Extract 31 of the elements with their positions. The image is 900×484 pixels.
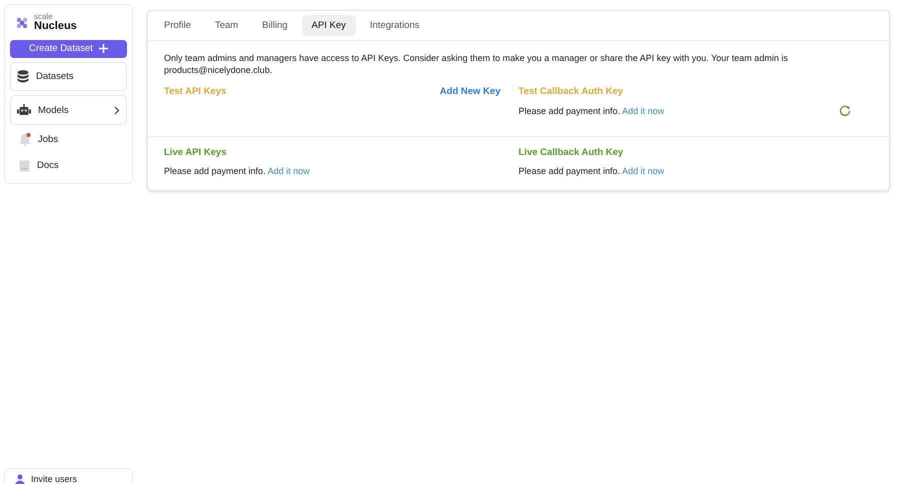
create-dataset-button[interactable]: Create Dataset — [10, 40, 127, 58]
invite-users-item[interactable]: Invite users — [4, 468, 133, 484]
tab[interactable]: Integrations — [360, 15, 430, 36]
add-new-key-link[interactable]: Add New Key — [440, 86, 500, 98]
section-title: Live Callback Auth Key — [518, 147, 624, 158]
tab[interactable]: Profile — [154, 15, 201, 36]
bell-icon — [19, 133, 31, 146]
tab[interactable]: Billing — [252, 15, 298, 36]
brand-subtitle: scale — [34, 13, 54, 21]
chevron-icon — [114, 106, 120, 115]
section-title: Test Callback Auth Key — [518, 86, 624, 98]
payment-message: Please add payment info. Add it now — [518, 166, 664, 176]
tab[interactable]: Team — [204, 15, 248, 36]
brand-name: Nucleus — [34, 21, 77, 32]
refresh-icon[interactable] — [839, 105, 851, 118]
section-title: Test API Keys — [164, 86, 226, 98]
book-icon — [19, 160, 30, 172]
robot-icon — [17, 104, 31, 116]
notice-text: Only team admins and managers have access to API Keys. Consider asking them to make you a manager or share the API key with you. Your team admin is products@nicelydone.club. — [164, 53, 789, 76]
tab[interactable]: API Key — [302, 15, 356, 36]
database-icon — [17, 70, 29, 83]
sidebar-item[interactable]: Datasets — [10, 62, 127, 92]
section-title: Live API Keys — [164, 147, 226, 158]
sidebar-item[interactable]: Models — [10, 95, 127, 125]
user-icon — [15, 474, 25, 484]
logo-icon — [15, 16, 29, 30]
sidebar-item[interactable]: Docs — [10, 154, 127, 177]
payment-message: Please add payment info. Add it now — [164, 166, 310, 176]
sidebar-item[interactable]: Jobs — [10, 128, 127, 151]
payment-message: Please add payment info. Add it now — [518, 106, 664, 116]
plus-icon — [98, 44, 108, 54]
